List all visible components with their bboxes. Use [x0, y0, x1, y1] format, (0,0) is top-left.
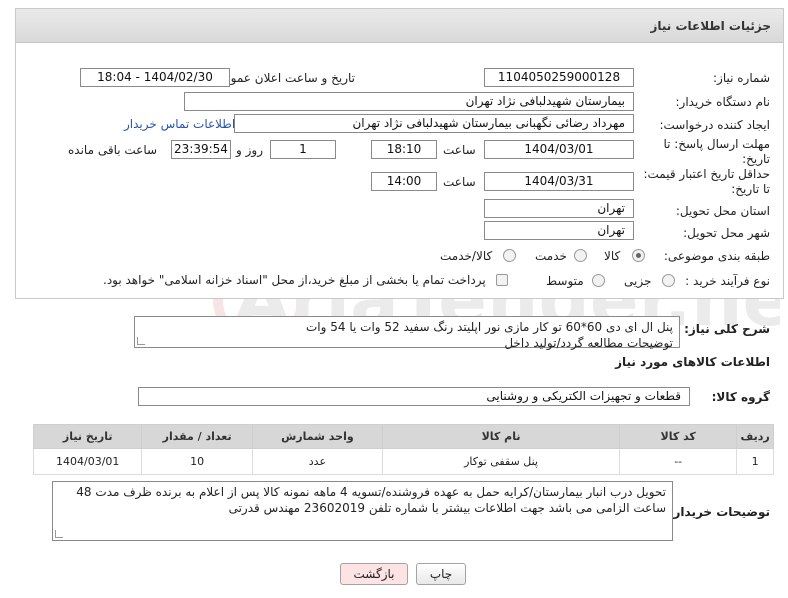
buyer-notes-text: تحویل درب انبار بیمارستان/کرایه حمل به ع…: [76, 485, 666, 515]
category-label: طبقه بندی موضوعی:: [663, 249, 770, 263]
col-unit: واحد شمارش: [251, 424, 383, 449]
deadline-date-field: 1404/03/01: [484, 140, 634, 159]
category-radio-goods[interactable]: [632, 249, 645, 262]
deadline-label-2: تاریخ:: [742, 152, 770, 166]
col-code: کد کالا: [619, 424, 738, 449]
days-label: روز و: [236, 143, 263, 157]
buyer-org-label: نام دستگاه خریدار:: [675, 95, 771, 109]
province-field: تهران: [484, 199, 634, 218]
treasury-payment-checkbox[interactable]: [496, 274, 508, 286]
remaining-time-label: ساعت باقی مانده: [68, 143, 158, 157]
buyer-notes-label: توضیحات خریدار:: [668, 505, 770, 519]
category-option-service: خدمت: [535, 249, 567, 263]
cell-date: 1404/03/01: [32, 448, 143, 475]
goods-section-title: اطلاعات کالاهای مورد نیاز: [615, 355, 770, 369]
announce-datetime-field: 1404/02/30 - 18:04: [80, 68, 230, 87]
announce-datetime-label: تاریخ و ساعت اعلان عمومی:: [210, 71, 355, 85]
remaining-time-field: 23:39:54: [171, 140, 231, 159]
cell-qty: 10: [141, 448, 253, 475]
category-option-goods-service: کالا/خدمت: [440, 249, 493, 263]
col-row: ردیف: [736, 424, 774, 449]
deadline-time-label: ساعت: [443, 143, 476, 157]
category-radio-service[interactable]: [574, 249, 587, 262]
treasury-payment-note: پرداخت تمام یا بخشی از مبلغ خرید،از محل …: [103, 273, 486, 287]
col-date: تاریخ نیاز: [32, 424, 143, 449]
price-validity-label-2: تا تاریخ:: [731, 182, 770, 196]
buyer-notes-textarea[interactable]: تحویل درب انبار بیمارستان/کرایه حمل به ع…: [52, 481, 673, 541]
price-validity-label: حداقل تاریخ اعتبار قیمت:: [643, 167, 770, 181]
goods-group-label: گروه کالا:: [711, 390, 770, 404]
creator-field: مهرداد رضائی نگهبانی بیمارستان شهیدلبافی…: [234, 114, 634, 133]
validity-time-label: ساعت: [443, 175, 476, 189]
category-option-goods: کالا: [604, 249, 621, 263]
col-name: نام کالا: [381, 424, 621, 449]
deadline-label: مهلت ارسال پاسخ: تا: [663, 137, 770, 151]
description-label: شرح کلی نیاز:: [684, 322, 770, 336]
panel-title: جزئیات اطلاعات نیاز: [16, 9, 783, 43]
description-line-2: توضیحات مطالعه گردد/تولید داخل: [504, 336, 673, 350]
print-button[interactable]: چاپ: [416, 563, 466, 585]
validity-time-field: 14:00: [371, 172, 437, 191]
col-qty: تعداد / مقدار: [141, 424, 253, 449]
city-field: تهران: [484, 221, 634, 240]
cell-code: --: [619, 448, 738, 475]
province-label: استان محل تحویل:: [675, 204, 770, 218]
resize-handle-icon[interactable]: [55, 530, 63, 538]
deadline-time-field: 18:10: [371, 140, 437, 159]
buyer-org-field: بیمارستان شهیدلبافی نژاد تهران: [184, 92, 634, 111]
process-option-minor: جزیی: [624, 274, 652, 288]
process-type-label: نوع فرآیند خرید :: [685, 274, 770, 288]
cell-name: پنل سقفی توکار: [381, 448, 621, 475]
cell-row: 1: [736, 448, 774, 475]
back-button[interactable]: بازگشت: [340, 563, 408, 585]
goods-table: ردیف کد کالا نام کالا واحد شمارش تعداد /…: [32, 424, 774, 475]
goods-group-field: قطعات و تجهیزات الکتریکی و روشنایی: [138, 387, 690, 406]
buyer-contact-link[interactable]: اطلاعات تماس خریدار: [124, 117, 235, 131]
need-number-field: 1104050259000128: [484, 68, 634, 87]
description-textarea[interactable]: پنل ال ای دی 60*60 تو کار مازی نور اپلیت…: [134, 316, 680, 350]
description-line-1: پنل ال ای دی 60*60 تو کار مازی نور اپلیت…: [305, 320, 673, 334]
goods-table-header: ردیف کد کالا نام کالا واحد شمارش تعداد /…: [32, 424, 774, 449]
process-radio-minor[interactable]: [662, 274, 675, 287]
validity-date-field: 1404/03/31: [484, 172, 634, 191]
cell-unit: عدد: [251, 448, 383, 475]
days-remaining-field: 1: [270, 140, 336, 159]
process-option-medium: متوسط: [546, 274, 584, 288]
category-radio-goods-service[interactable]: [503, 249, 516, 262]
need-number-label: شماره نیاز:: [713, 71, 770, 85]
creator-label: ایجاد کننده درخواست:: [659, 118, 770, 132]
city-label: شهر محل تحویل:: [683, 226, 770, 240]
process-radio-medium[interactable]: [592, 274, 605, 287]
resize-handle-icon[interactable]: [137, 337, 145, 345]
table-row: 1 -- پنل سقفی توکار عدد 10 1404/03/01: [32, 448, 774, 475]
